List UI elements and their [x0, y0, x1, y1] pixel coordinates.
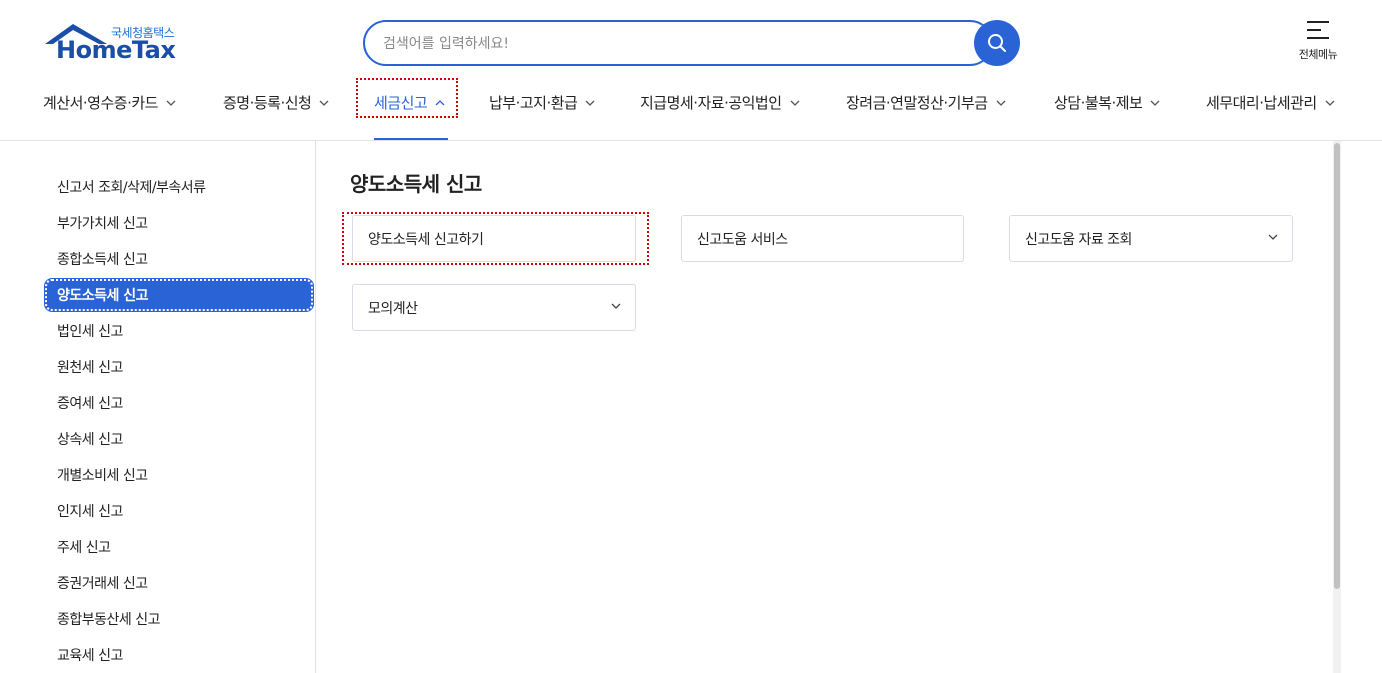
gnb-item-payment[interactable]: 납부·고지·환급 [489, 92, 595, 113]
sidebar-item-vat[interactable]: 부가가치세 신고 [57, 213, 148, 233]
gnb-item-label: 지급명세·자료·공익법인 [640, 94, 782, 112]
card-help-data-inquiry[interactable]: 신고도움 자료 조회 [1009, 215, 1293, 262]
chevron-up-icon [435, 99, 445, 105]
search-input[interactable]: 검색어를 입력하세요! [363, 20, 993, 66]
gnb-item-incentive[interactable]: 장려금·연말정산·기부금 [846, 92, 1006, 113]
chevron-down-icon [585, 100, 595, 106]
main-navigation: 계산서·영수증·카드 증명·등록·신청 세금신고 납부·고지·환급 지급명세·자… [0, 80, 1382, 141]
card-mock-calculation[interactable]: 모의계산 [352, 284, 636, 331]
chevron-down-icon [166, 100, 176, 106]
sidebar-item-withholding[interactable]: 원천세 신고 [57, 357, 123, 377]
sidebar-item-gift-tax[interactable]: 증여세 신고 [57, 393, 123, 413]
gnb-item-invoice[interactable]: 계산서·영수증·카드 [43, 92, 176, 113]
card-label: 신고도움 서비스 [697, 231, 788, 248]
sidebar-item-stamp[interactable]: 인지세 신고 [57, 501, 123, 521]
page-title: 양도소득세 신고 [350, 172, 482, 196]
sidebar-item-excise[interactable]: 개별소비세 신고 [57, 465, 148, 485]
chevron-down-icon [319, 100, 329, 106]
sidebar-item-property[interactable]: 종합부동산세 신고 [57, 609, 161, 629]
gnb-item-label: 증명·등록·신청 [223, 94, 312, 112]
search-placeholder: 검색어를 입력하세요! [383, 36, 509, 52]
all-menu-label: 전체메뉴 [1298, 48, 1338, 61]
sidebar-item-inquiry[interactable]: 신고서 조회/삭제/부속서류 [57, 177, 206, 197]
sidebar: 신고서 조회/삭제/부속서류 부가가치세 신고 종합소득세 신고 양도소득세 신… [0, 141, 316, 673]
sidebar-item-liquor[interactable]: 주세 신고 [57, 537, 111, 557]
all-menu-button[interactable]: 전체메뉴 [1290, 20, 1346, 66]
chevron-down-icon [1268, 234, 1278, 240]
hamburger-icon [1307, 21, 1329, 39]
gnb-item-tax-filing[interactable]: 세금신고 [374, 92, 445, 113]
gnb-item-statements[interactable]: 지급명세·자료·공익법인 [640, 92, 800, 113]
card-label: 양도소득세 신고하기 [368, 231, 484, 248]
card-label: 모의계산 [368, 300, 418, 317]
sidebar-item-income-tax[interactable]: 종합소득세 신고 [57, 249, 148, 269]
gnb-item-certificate[interactable]: 증명·등록·신청 [223, 92, 329, 113]
gnb-item-label: 납부·고지·환급 [489, 94, 578, 112]
search-bar: 검색어를 입력하세요! [363, 20, 1020, 66]
card-filing-help[interactable]: 신고도움 서비스 [681, 215, 964, 262]
chevron-down-icon [790, 100, 800, 106]
scrollbar-thumb[interactable] [1334, 143, 1340, 589]
gnb-item-label: 세무대리·납세관리 [1206, 94, 1317, 112]
gnb-item-consult[interactable]: 상담·불복·제보 [1054, 92, 1160, 113]
sidebar-item-capital-gains[interactable]: 양도소득세 신고 [44, 278, 314, 312]
sidebar-item-securities[interactable]: 증권거래세 신고 [57, 573, 148, 593]
gnb-item-label: 장려금·연말정산·기부금 [846, 94, 988, 112]
gnb-item-label: 계산서·영수증·카드 [43, 94, 158, 112]
search-icon [988, 34, 1006, 52]
gnb-item-agent[interactable]: 세무대리·납세관리 [1206, 92, 1335, 113]
sidebar-item-education[interactable]: 교육세 신고 [57, 645, 123, 665]
chevron-down-icon [996, 100, 1006, 106]
search-button[interactable] [974, 20, 1020, 66]
logo-name: HomeTax [56, 36, 176, 64]
card-label: 신고도움 자료 조회 [1025, 231, 1132, 248]
sidebar-item-corporate-tax[interactable]: 법인세 신고 [57, 321, 123, 341]
card-file-capital-gains[interactable]: 양도소득세 신고하기 [352, 215, 636, 262]
sidebar-item-inheritance[interactable]: 상속세 신고 [57, 429, 123, 449]
hometax-logo[interactable]: 국세청홈택스 HomeTax [43, 22, 183, 66]
gnb-item-label: 세금신고 [374, 94, 428, 112]
gnb-item-label: 상담·불복·제보 [1054, 94, 1143, 112]
chevron-down-icon [611, 303, 621, 309]
chevron-down-icon [1150, 100, 1160, 106]
chevron-down-icon [1325, 100, 1335, 106]
